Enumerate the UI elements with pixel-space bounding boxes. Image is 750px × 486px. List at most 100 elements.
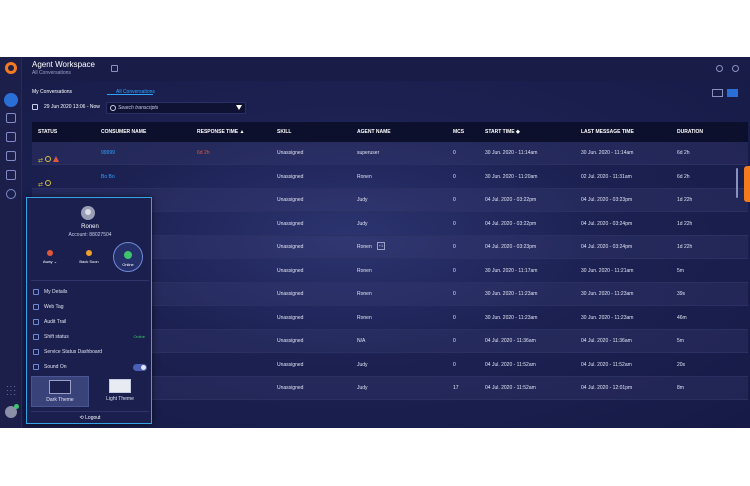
dark-theme-option[interactable]: Dark Theme: [31, 376, 89, 407]
clock-icon: [45, 156, 52, 162]
active-tab-indicator: [107, 94, 153, 95]
state-back-soon-button[interactable]: Back Soon: [74, 250, 104, 264]
divider: [31, 280, 149, 281]
profile-account: Account: 88027504: [68, 232, 112, 238]
last-message-time-cell: 30 Jun. 2020 - 11:23am: [581, 314, 634, 321]
col-skill[interactable]: SKILL: [277, 129, 291, 135]
agent-status-popover: Ronen Account: 88027504 Away ⌄ Back Soon…: [26, 197, 152, 424]
date-range-label: 29 Jun 2020 13:06 - Now: [44, 104, 100, 110]
table-row[interactable]: ⇄ Bo Bo Unassigned Ronen 0 30 Jun. 2020 - 11:…: [32, 166, 748, 189]
col-start-time[interactable]: START TIME ◆: [485, 129, 520, 135]
agent-name-cell: Ronen: [357, 314, 372, 321]
menu-shift-status[interactable]: Shift status Online: [31, 331, 149, 344]
logout-button[interactable]: ⟲ Logout: [27, 415, 153, 421]
col-response-time[interactable]: RESPONSE TIME ▲: [197, 129, 244, 135]
profile-avatar-icon: [81, 206, 95, 220]
users-icon[interactable]: [6, 170, 16, 180]
mcs-cell: 0: [453, 150, 456, 156]
state-away-button[interactable]: Away ⌄: [35, 250, 65, 264]
mcs-cell: 0: [453, 244, 456, 250]
online-check-icon: [124, 251, 132, 259]
dark-theme-label: Dark Theme: [46, 397, 74, 403]
dark-theme-thumbnail: [49, 380, 71, 394]
duration-cell: 1d 22h: [677, 220, 693, 227]
tab-my-conversations[interactable]: My Conversations: [32, 89, 72, 95]
gear-icon[interactable]: [716, 65, 723, 72]
user-avatar-icon[interactable]: [5, 404, 19, 418]
mcs-cell: 0: [453, 267, 456, 274]
mcs-cell: 0: [453, 338, 456, 344]
conversations-icon[interactable]: [4, 93, 18, 107]
side-panel-handle[interactable]: [744, 166, 750, 202]
col-mcs[interactable]: MCS: [453, 129, 464, 135]
light-theme-option[interactable]: Light Theme: [91, 376, 149, 407]
consumer-name-cell[interactable]: 99999: [101, 150, 115, 156]
skill-cell: Unassigned: [277, 197, 304, 203]
consumer-name-cell[interactable]: Bo Bo: [101, 174, 115, 180]
sort-asc-icon: ▲: [239, 129, 245, 135]
col-consumer-name[interactable]: CONSUMER NAME: [101, 129, 146, 135]
mcs-cell: 0: [453, 173, 456, 180]
workspace-subtitle: All Conversations: [32, 70, 71, 76]
last-message-time-cell: 30 Jun. 2020 - 11:14am: [581, 150, 634, 156]
col-duration[interactable]: DURATION: [677, 129, 703, 135]
menu-web-tag[interactable]: Web Tag: [31, 301, 149, 314]
table-scrollbar[interactable]: [736, 168, 738, 198]
skill-cell: Unassigned: [277, 291, 304, 297]
mcs-cell: 0: [453, 314, 456, 321]
card-view-toggle-icon[interactable]: [712, 89, 723, 97]
menu-shift-status-label: Shift status: [44, 334, 69, 340]
table-row[interactable]: ⇄ 99999 6d 2h Unassigned superuser 0 30 Jun. 2…: [32, 142, 748, 165]
list-view-toggle-icon[interactable]: [727, 89, 738, 97]
help-icon[interactable]: [732, 65, 739, 72]
state-online-label: Online: [122, 262, 134, 267]
settings-icon[interactable]: [6, 189, 16, 199]
duration-cell: 8m: [677, 385, 684, 391]
campaigns-icon[interactable]: [6, 132, 16, 142]
filter-icon[interactable]: [236, 105, 242, 110]
agent-name-cell: Judy: [357, 220, 368, 227]
tags-icon[interactable]: [6, 151, 16, 161]
menu-service-status-dashboard[interactable]: Service Status Dashboard: [31, 346, 149, 359]
sound-toggle[interactable]: [133, 364, 147, 371]
agent-name-cell: Ronen: [357, 173, 372, 180]
agent-name-cell: Judy: [357, 197, 368, 203]
search-box: [106, 102, 246, 114]
back-soon-dot-icon: [86, 250, 92, 256]
menu-service-status-label: Service Status Dashboard: [44, 349, 103, 355]
menu-audit-trail[interactable]: Audit Trail: [31, 316, 149, 329]
dashboard-icon: [33, 349, 39, 355]
duration-cell: 1d 22h: [677, 244, 693, 250]
duration-cell: 20s: [677, 361, 686, 368]
transfer-icon: ⇄: [38, 181, 44, 188]
state-away-label: Away ⌄: [42, 259, 58, 264]
state-back-soon-label: Back Soon: [79, 259, 99, 264]
agent-count-badge[interactable]: +1: [377, 242, 385, 250]
search-input[interactable]: [118, 103, 232, 113]
calendar-icon: [32, 104, 38, 110]
start-time-cell: 04 Jul. 2020 - 03:23pm: [485, 244, 537, 250]
duration-cell: 6d 2h: [677, 150, 690, 156]
last-message-time-cell: 30 Jun. 2020 - 11:23am: [581, 291, 634, 297]
duration-cell: 5m: [677, 338, 684, 344]
apps-grid-icon[interactable]: ··· ··· ···: [6, 383, 16, 399]
menu-sound-on-label: Sound On: [44, 364, 67, 370]
agent-name-cell: Judy: [357, 385, 368, 391]
agent-name-cell: Ronen: [357, 291, 372, 297]
agent-name-cell: N/A: [357, 338, 366, 344]
skill-cell: Unassigned: [277, 338, 304, 344]
col-last-message-time[interactable]: LAST MESSAGE TIME: [581, 129, 634, 135]
profile-name: Ronen: [81, 224, 99, 230]
reports-icon[interactable]: [6, 113, 16, 123]
expand-icon[interactable]: [111, 65, 118, 72]
transfer-icon: ⇄: [38, 158, 44, 164]
last-message-time-cell: 04 Jul. 2020 - 03:24pm: [581, 220, 633, 227]
state-online-button[interactable]: Online: [113, 242, 143, 272]
col-agent-name[interactable]: AGENT NAME: [357, 129, 391, 135]
web-tag-icon: [33, 304, 39, 310]
skill-cell: Unassigned: [277, 314, 304, 321]
menu-my-details[interactable]: My Details: [31, 286, 149, 299]
start-time-cell: 30 Jun. 2020 - 11:17am: [485, 267, 538, 274]
last-message-time-cell: 04 Jul. 2020 - 03:24pm: [581, 244, 633, 250]
col-status[interactable]: STATUS: [38, 129, 57, 135]
